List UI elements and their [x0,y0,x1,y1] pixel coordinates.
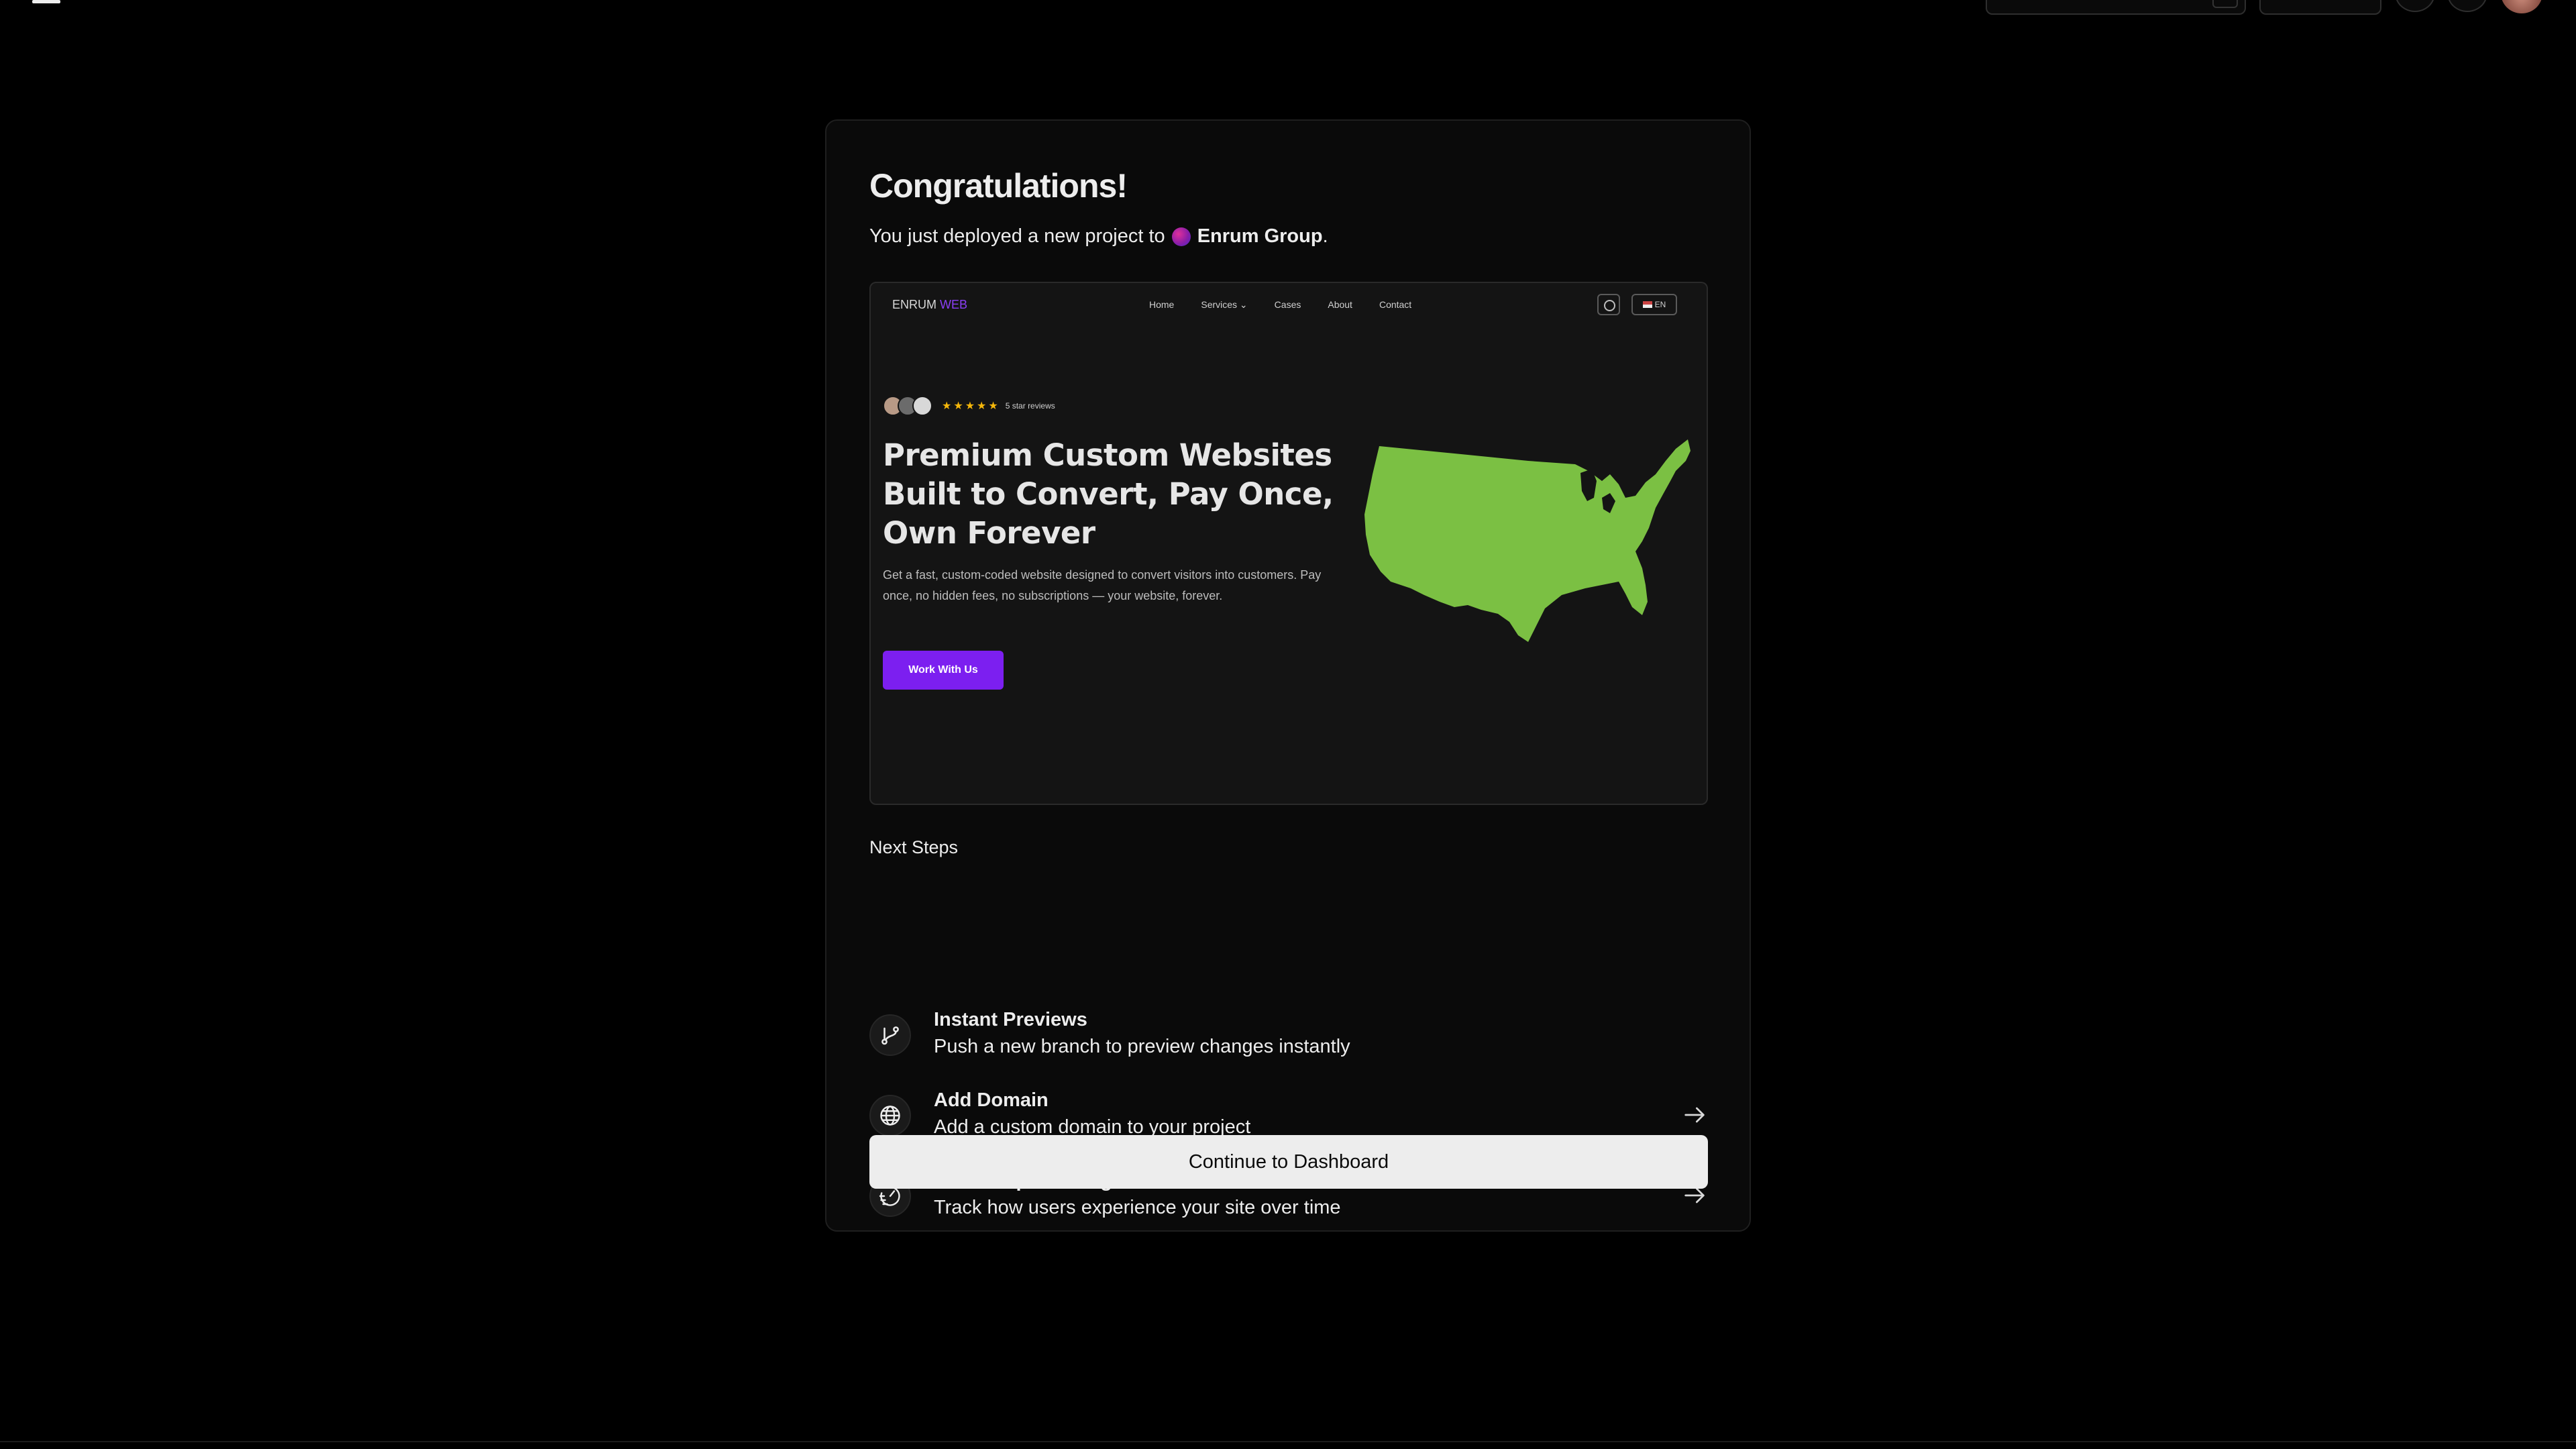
preview-nav-contact: Contact [1379,299,1412,310]
page: Congratulations! You just deployed a new… [0,0,2576,1449]
deployment-preview[interactable]: ENRUM WEB Home Services ⌄ Cases About Co… [869,282,1708,805]
preview-reviews-text: 5 star reviews [1005,401,1055,411]
preview-nav: Home Services ⌄ Cases About Contact [1149,299,1438,311]
star-rating-icon: ★★★★★ [942,400,1000,412]
step-title: Instant Previews [934,1009,1087,1030]
step-description: Push a new branch to preview changes ins… [934,1036,1350,1057]
keyboard-shortcut-badge [2212,0,2238,8]
preview-nav-cases: Cases [1274,299,1301,310]
preview-nav-home: Home [1149,299,1175,310]
reviewer-avatar [912,396,932,416]
preview-description: Get a fast, custom-coded website designe… [883,568,1322,602]
preview-logo: ENRUM WEB [892,298,967,312]
top-bar-button[interactable] [2259,0,2381,15]
git-branch-icon [869,1014,911,1056]
preview-cta-button: Work With Us [883,651,1004,690]
preview-nav-about: About [1328,299,1352,310]
preview-logo-accent: WEB [940,298,968,311]
subtitle-text: You just deployed a new project to [869,225,1165,247]
continue-to-dashboard-button[interactable]: Continue to Dashboard [869,1135,1708,1189]
team-avatar-icon [1171,227,1191,246]
preview-nav-services: Services ⌄ [1201,299,1248,310]
step-description: Track how users experience your site ove… [934,1197,1341,1218]
preview-theme-toggle-icon [1597,294,1620,315]
subtitle-period: . [1322,225,1328,247]
footer-divider [0,1441,2576,1442]
user-avatar[interactable] [2501,0,2542,13]
help-icon[interactable] [2447,0,2487,12]
step-title: Add Domain [934,1089,1049,1111]
preview-logo-main: ENRUM [892,298,936,311]
team-name[interactable]: Enrum Group [1197,225,1323,248]
preview-headline: Premium Custom Websites Built to Convert… [883,437,1334,551]
page-title: Congratulations! [869,167,1128,205]
usa-map-image [1364,439,1690,642]
arrow-right-icon[interactable] [1681,1102,1708,1128]
top-bar [0,0,2576,17]
hamburger-menu-icon[interactable] [32,0,60,5]
flag-icon [1642,301,1652,308]
notifications-icon[interactable] [2395,0,2435,12]
preview-language-button: EN [1631,294,1677,315]
next-steps-title: Next Steps [869,837,959,857]
preview-language-label: EN [1654,300,1666,309]
deployment-subtitle: You just deployed a new project to Enrum… [869,225,1328,248]
deployment-success-card: Congratulations! You just deployed a new… [825,119,1751,1232]
globe-icon [869,1095,911,1136]
search-bar[interactable] [1986,0,2246,15]
next-step-instant-previews: Instant Previews Push a new branch to pr… [869,1006,1708,1068]
preview-reviews: ★★★★★ 5 star reviews [883,396,1055,416]
